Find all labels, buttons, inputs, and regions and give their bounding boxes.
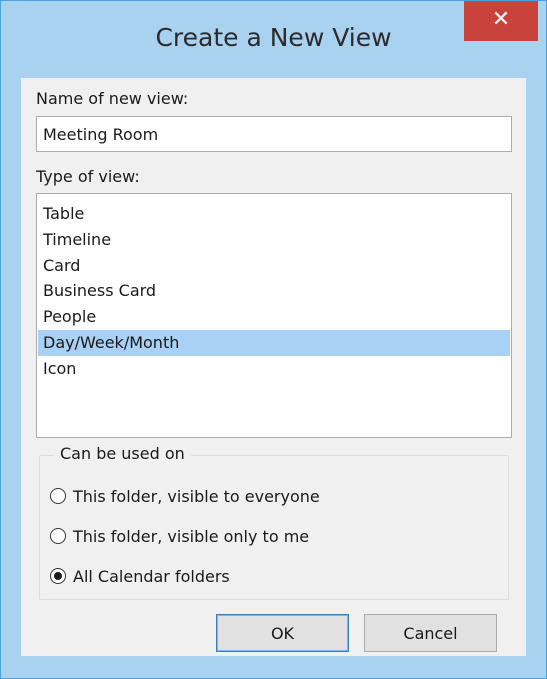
close-button[interactable]: ✕ [464,1,538,41]
name-field-label: Name of new view: [36,89,189,108]
dialog-window: Create a New View ✕ Name of new view: Ty… [0,0,547,679]
usage-group: Can be used on This folder, visible to e… [39,444,509,600]
list-item-timeline[interactable]: Timeline [38,227,510,253]
radio-option-everyone[interactable]: This folder, visible to everyone [50,483,320,509]
list-item-business-card[interactable]: Business Card [38,278,510,304]
dialog-body: Name of new view: Type of view: Table Ti… [21,78,526,656]
radio-option-only-me[interactable]: This folder, visible only to me [50,523,309,549]
list-item-people[interactable]: People [38,304,510,330]
list-item-icon[interactable]: Icon [38,356,510,382]
radio-label: This folder, visible to everyone [73,486,320,506]
cancel-button[interactable]: Cancel [364,614,497,652]
list-item-card[interactable]: Card [38,253,510,279]
type-list-label: Type of view: [36,167,140,186]
list-item-table[interactable]: Table [38,201,510,227]
ok-button[interactable]: OK [216,614,349,652]
usage-group-legend: Can be used on [54,444,191,463]
close-icon: ✕ [491,7,511,32]
radio-button-checked[interactable] [50,568,66,584]
view-name-input[interactable] [36,116,512,152]
radio-label: This folder, visible only to me [73,526,310,546]
title-bar[interactable]: Create a New View ✕ [1,1,546,78]
radio-option-all-calendar[interactable]: All Calendar folders [50,563,230,589]
list-item-day-week-month[interactable]: Day/Week/Month [38,329,510,356]
view-type-list[interactable]: Table Timeline Card Business Card People… [36,193,512,438]
radio-button[interactable] [50,528,66,544]
radio-button[interactable] [50,488,66,504]
radio-label: All Calendar folders [73,566,230,586]
